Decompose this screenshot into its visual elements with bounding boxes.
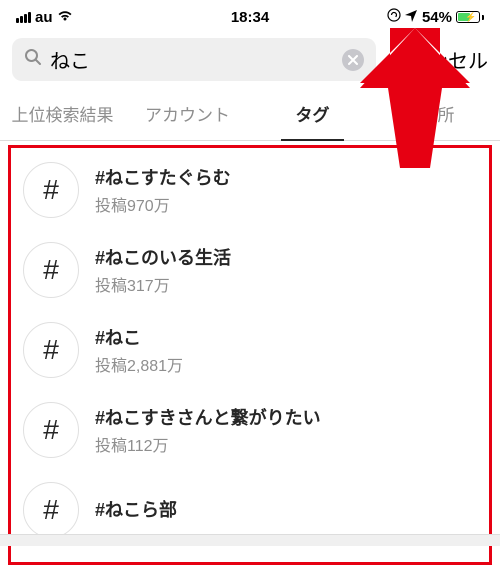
status-bar: au 18:34 54% ⚡: [0, 0, 500, 30]
carrier-label: au: [35, 9, 53, 26]
rotation-lock-icon: [387, 8, 401, 26]
hashtag-icon: #: [23, 162, 79, 218]
hashtag-name: #ねこ: [95, 324, 183, 350]
hashtag-icon: #: [23, 242, 79, 298]
battery-icon: ⚡: [456, 11, 484, 23]
annotation-arrow-icon: [360, 28, 470, 173]
battery-percent: 54%: [422, 9, 452, 26]
location-icon: [405, 9, 418, 26]
tab-tags[interactable]: タグ: [250, 89, 375, 140]
search-input[interactable]: [50, 48, 334, 71]
wifi-icon: [57, 9, 73, 26]
hashtag-name: #ねこすきさんと繋がりたい: [95, 404, 321, 430]
tab-top-results[interactable]: 上位検索結果: [0, 89, 125, 140]
results-highlight-box: # #ねこすたぐらむ 投稿970万 # #ねこのいる生活 投稿317万 # #ね…: [8, 145, 492, 565]
signal-icon: [16, 12, 31, 23]
hashtag-icon: #: [23, 482, 79, 538]
post-count: 投稿970万: [95, 192, 231, 216]
status-right: 54% ⚡: [387, 8, 484, 26]
list-item[interactable]: # #ねこのいる生活 投稿317万: [11, 230, 489, 310]
hashtag-name: #ねこすたぐらむ: [95, 164, 231, 190]
status-left: au: [16, 9, 73, 26]
hashtag-icon: #: [23, 402, 79, 458]
post-count: 投稿317万: [95, 272, 231, 296]
post-count: 投稿112万: [95, 432, 321, 456]
hashtag-name: #ねこのいる生活: [95, 244, 231, 270]
hashtag-icon: #: [23, 322, 79, 378]
hashtag-name: #ねこら部: [95, 496, 177, 522]
post-count: 投稿2,881万: [95, 352, 183, 376]
search-box[interactable]: [12, 38, 376, 81]
status-time: 18:34: [231, 9, 269, 26]
bottom-divider: [0, 534, 500, 546]
list-item[interactable]: # #ねこすきさんと繋がりたい 投稿112万: [11, 390, 489, 470]
search-icon: [24, 48, 42, 71]
list-item[interactable]: # #ねこ 投稿2,881万: [11, 310, 489, 390]
tab-accounts[interactable]: アカウント: [125, 89, 250, 140]
